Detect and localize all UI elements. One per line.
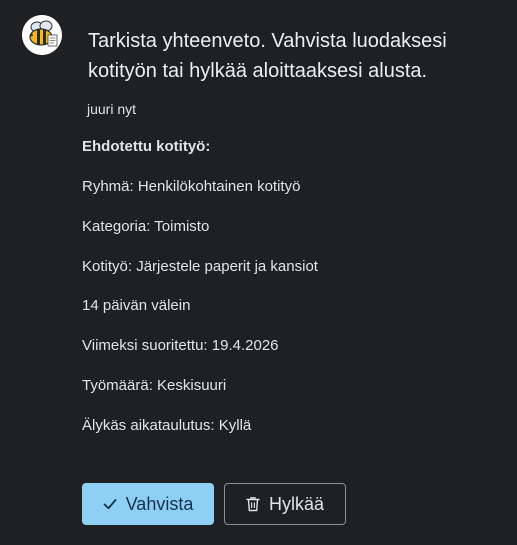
reject-button[interactable]: Hylkää bbox=[224, 483, 346, 525]
detail-chore: Kotityö: Järjestele paperit ja kansiot bbox=[82, 257, 318, 275]
summary-message: Tarkista yhteenveto. Vahvista luodaksesi… bbox=[88, 30, 447, 82]
detail-last-completed: Viimeksi suoritettu: 19.4.2026 bbox=[82, 337, 279, 355]
detail-category: Kategoria: Toimisto bbox=[82, 217, 210, 235]
trash-icon bbox=[246, 496, 260, 512]
confirm-button[interactable]: Vahvista bbox=[82, 483, 214, 525]
bee-avatar-icon bbox=[22, 15, 62, 55]
details-heading: Ehdotettu kotityö: bbox=[82, 138, 211, 155]
check-icon bbox=[103, 497, 117, 511]
detail-group: Ryhmä: Henkilökohtainen kotityö bbox=[82, 178, 301, 195]
reject-button-label: Hylkää bbox=[268, 493, 325, 514]
confirm-button-label: Vahvista bbox=[125, 493, 194, 514]
detail-smart-scheduling: Älykäs aikataulutus: Kyllä bbox=[82, 416, 252, 434]
assistant-message-card: Tarkista yhteenveto. Vahvista luodaksesi… bbox=[0, 0, 517, 545]
detail-frequency: 14 päivän välein bbox=[82, 297, 191, 315]
proposed-chore-details: Ehdotettu kotityö: Ryhmä: Henkilökohtain… bbox=[82, 137, 502, 456]
detail-effort: Työmäärä: Keskisuuri bbox=[82, 376, 227, 394]
message-timestamp: juuri nyt bbox=[87, 101, 137, 117]
